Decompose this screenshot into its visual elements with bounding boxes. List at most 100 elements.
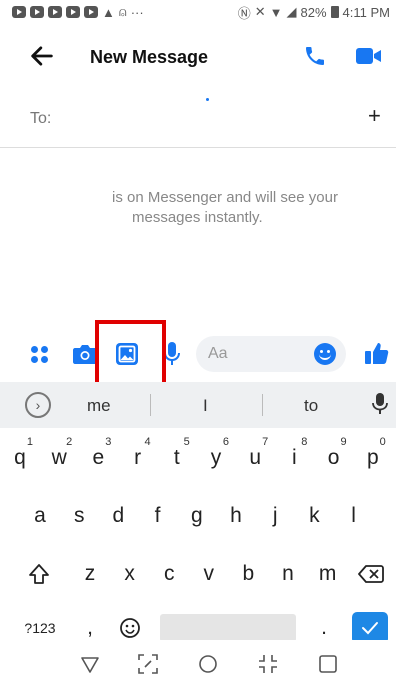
key-f[interactable]: f — [140, 492, 176, 540]
key-number-hint: 0 — [379, 436, 386, 448]
key-number-hint: 3 — [105, 436, 112, 448]
key-j[interactable]: j — [257, 492, 293, 540]
suggestion-item[interactable]: to — [304, 396, 318, 416]
app-header: New Message — [0, 36, 396, 80]
key-number-hint: 5 — [183, 436, 190, 448]
nfc-icon: Ⓝ — [237, 5, 251, 21]
space-key[interactable] — [160, 614, 296, 642]
gallery-highlight-box — [95, 320, 166, 390]
youtube-notification-icon — [84, 6, 98, 18]
lock-icon: ⍝ — [118, 4, 127, 19]
add-recipient-icon[interactable]: + — [368, 103, 381, 129]
suggestion-divider — [262, 394, 263, 416]
phone-call-icon[interactable] — [303, 44, 327, 68]
clock: 4:11 PM — [342, 4, 390, 20]
key-number-hint: 6 — [222, 436, 229, 448]
key-letter: y — [210, 446, 222, 469]
more-icon: ··· — [130, 4, 144, 20]
emoji-icon[interactable] — [314, 343, 336, 365]
page-title: New Message — [90, 47, 209, 67]
info-line-1: is on Messenger and will see your — [112, 189, 338, 206]
signal-icon: ◢ — [286, 4, 297, 19]
key-w[interactable]: w2 — [41, 434, 77, 482]
key-x[interactable]: x — [112, 550, 148, 598]
voice-input-icon[interactable] — [372, 392, 388, 416]
key-a[interactable]: a — [22, 492, 58, 540]
key-row-3: zxcvbnm — [0, 550, 396, 598]
key-d[interactable]: d — [100, 492, 136, 540]
key-v[interactable]: v — [191, 550, 227, 598]
key-number-hint: 7 — [262, 436, 269, 448]
key-p[interactable]: p0 — [355, 434, 391, 482]
back-triangle-icon[interactable] — [78, 652, 102, 676]
wifi-icon: ▼ — [269, 4, 283, 20]
key-q[interactable]: q1 — [2, 434, 38, 482]
key-number-hint: 4 — [144, 436, 151, 448]
key-s[interactable]: s — [61, 492, 97, 540]
drive-icon: ▲ — [102, 4, 115, 20]
youtube-notification-icon — [12, 6, 26, 18]
key-r[interactable]: r4 — [120, 434, 156, 482]
soft-keyboard: › me I to q1w2e3r4t5y6u7i8o9p0 asdfghjkl… — [0, 382, 396, 644]
info-line-2: messages instantly. — [132, 209, 263, 226]
suggestion-strip: › me I to — [0, 382, 396, 428]
key-l[interactable]: l — [336, 492, 372, 540]
key-o[interactable]: o9 — [316, 434, 352, 482]
key-y[interactable]: y6 — [198, 434, 234, 482]
key-number-hint: 1 — [26, 436, 33, 448]
key-row-1: q1w2e3r4t5y6u7i8o9p0 — [0, 434, 396, 482]
key-i[interactable]: i8 — [276, 434, 312, 482]
shift-key[interactable] — [21, 550, 57, 598]
recents-square-icon[interactable] — [316, 652, 340, 676]
like-thumbs-up-icon[interactable] — [364, 340, 390, 366]
shift-arrow-icon — [29, 564, 49, 584]
to-label: To: — [30, 110, 52, 127]
expand-chevron-icon[interactable]: › — [25, 392, 51, 418]
key-h[interactable]: h — [218, 492, 254, 540]
notification-icons: ▲ ⍝ ··· — [12, 4, 144, 20]
key-number-hint: 8 — [301, 436, 308, 448]
smiley-icon — [120, 618, 140, 638]
youtube-notification-icon — [30, 6, 44, 18]
key-letter: o — [327, 446, 340, 469]
key-letter: q — [14, 446, 26, 469]
key-z[interactable]: z — [72, 550, 108, 598]
screenshot-icon[interactable] — [136, 652, 160, 676]
key-letter: w — [51, 446, 67, 469]
youtube-notification-icon — [48, 6, 62, 18]
split-screen-icon[interactable] — [256, 652, 280, 676]
message-composer — [0, 330, 396, 380]
key-number-hint: 2 — [66, 436, 73, 448]
video-call-icon[interactable] — [355, 46, 383, 66]
suggestion-divider — [150, 394, 151, 416]
home-circle-icon[interactable] — [196, 652, 220, 676]
key-c[interactable]: c — [151, 550, 187, 598]
key-letter: i — [292, 446, 297, 469]
key-row-2: asdfghjkl — [0, 492, 396, 540]
status-bar: ▲ ⍝ ··· Ⓝ ✕ ▼ ◢ 82% 4:11 PM — [0, 0, 396, 24]
checkmark-icon — [362, 622, 378, 635]
key-letter: r — [134, 446, 142, 469]
back-arrow-icon[interactable] — [28, 42, 56, 70]
system-nav-bar — [0, 640, 396, 690]
youtube-notification-icon — [66, 6, 80, 18]
key-letter: t — [173, 446, 180, 469]
key-number-hint: 9 — [340, 436, 347, 448]
key-g[interactable]: g — [179, 492, 215, 540]
backspace-key[interactable] — [353, 550, 389, 598]
key-b[interactable]: b — [230, 550, 266, 598]
key-n[interactable]: n — [270, 550, 306, 598]
recipient-row[interactable]: To: + — [0, 100, 396, 148]
more-actions-icon[interactable] — [31, 346, 49, 364]
key-k[interactable]: k — [296, 492, 332, 540]
key-t[interactable]: t5 — [159, 434, 195, 482]
mute-icon: ✕ — [254, 4, 266, 19]
suggestion-item[interactable]: I — [203, 396, 208, 416]
key-m[interactable]: m — [310, 550, 346, 598]
key-letter: e — [92, 446, 105, 469]
key-u[interactable]: u7 — [237, 434, 273, 482]
backspace-icon — [358, 565, 384, 583]
suggestion-item[interactable]: me — [87, 396, 111, 416]
key-e[interactable]: e3 — [80, 434, 116, 482]
key-letter: p — [366, 446, 379, 469]
